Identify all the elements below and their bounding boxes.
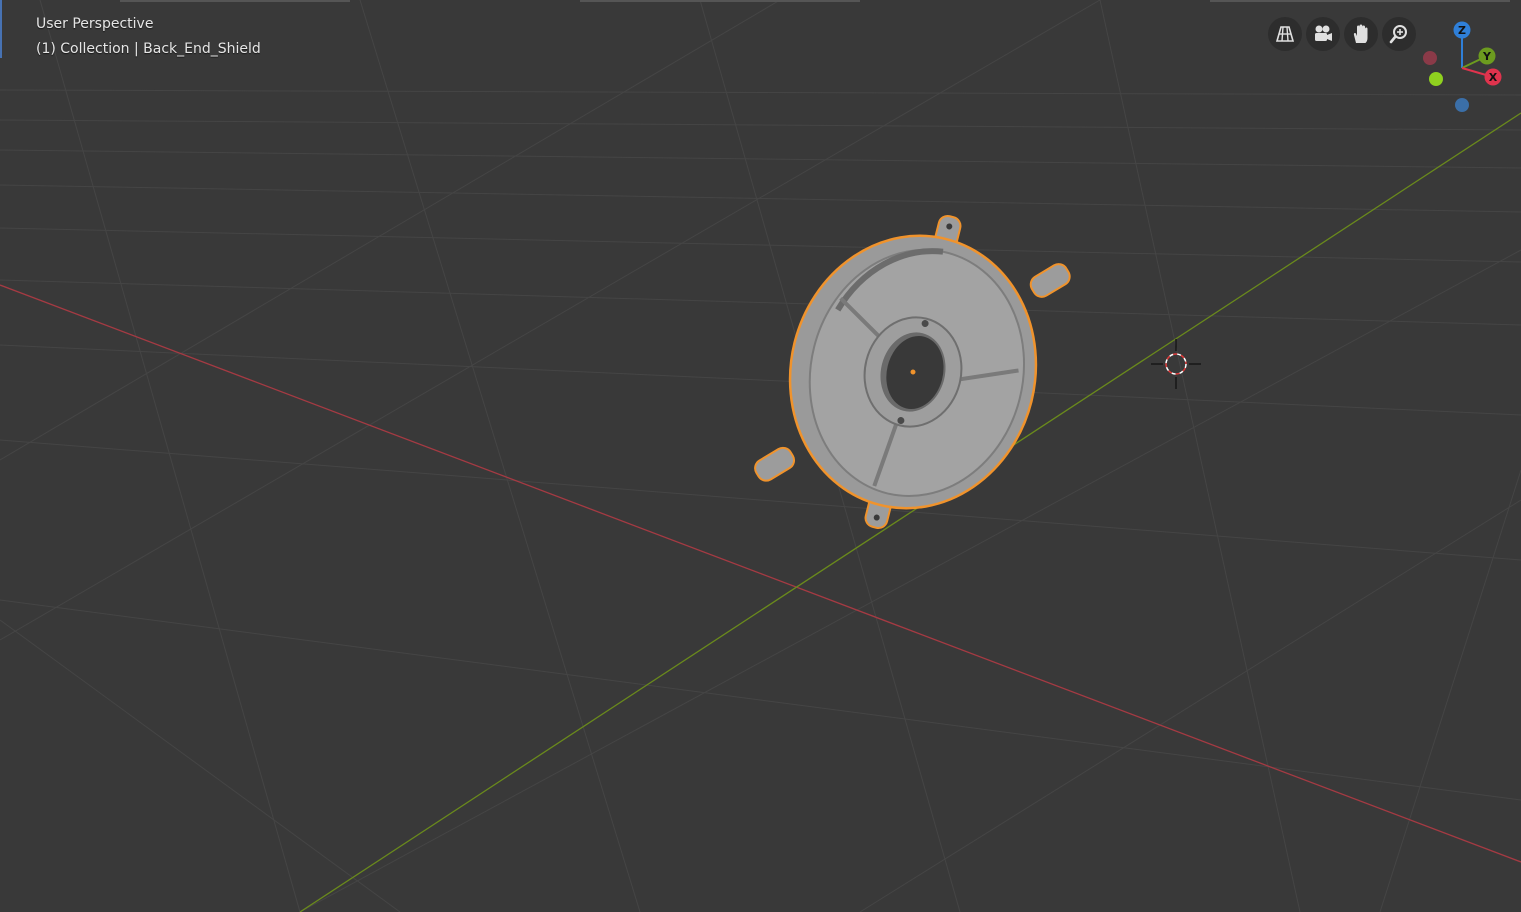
- negative-y-axis-handle[interactable]: [1429, 72, 1443, 86]
- region-edge-indicator: [0, 0, 2, 58]
- camera-icon: [1315, 25, 1332, 41]
- hand-icon: [1353, 24, 1368, 43]
- header-edge: [120, 0, 350, 2]
- header-edge: [1210, 0, 1510, 2]
- camera-view-button[interactable]: [1306, 17, 1340, 51]
- zoom-view-button[interactable]: [1382, 17, 1416, 51]
- zoom-icon: [1389, 25, 1407, 44]
- x-axis-label: X: [1489, 71, 1498, 84]
- 3d-viewport[interactable]: [0, 0, 1521, 912]
- header-edge: [580, 0, 860, 2]
- navigation-gizmo[interactable]: Z Y X: [1418, 18, 1518, 118]
- object-info-label: (1) Collection | Back_End_Shield: [36, 41, 261, 57]
- negative-z-axis-handle[interactable]: [1455, 98, 1469, 112]
- z-axis-label: Z: [1458, 24, 1466, 37]
- pan-view-button[interactable]: [1344, 17, 1378, 51]
- grid-icon: [1275, 26, 1295, 42]
- toggle-camera-view-button[interactable]: [1268, 17, 1302, 51]
- y-axis-label: Y: [1482, 50, 1492, 63]
- negative-x-axis-handle[interactable]: [1423, 51, 1437, 65]
- view-name-label: User Perspective: [36, 16, 154, 32]
